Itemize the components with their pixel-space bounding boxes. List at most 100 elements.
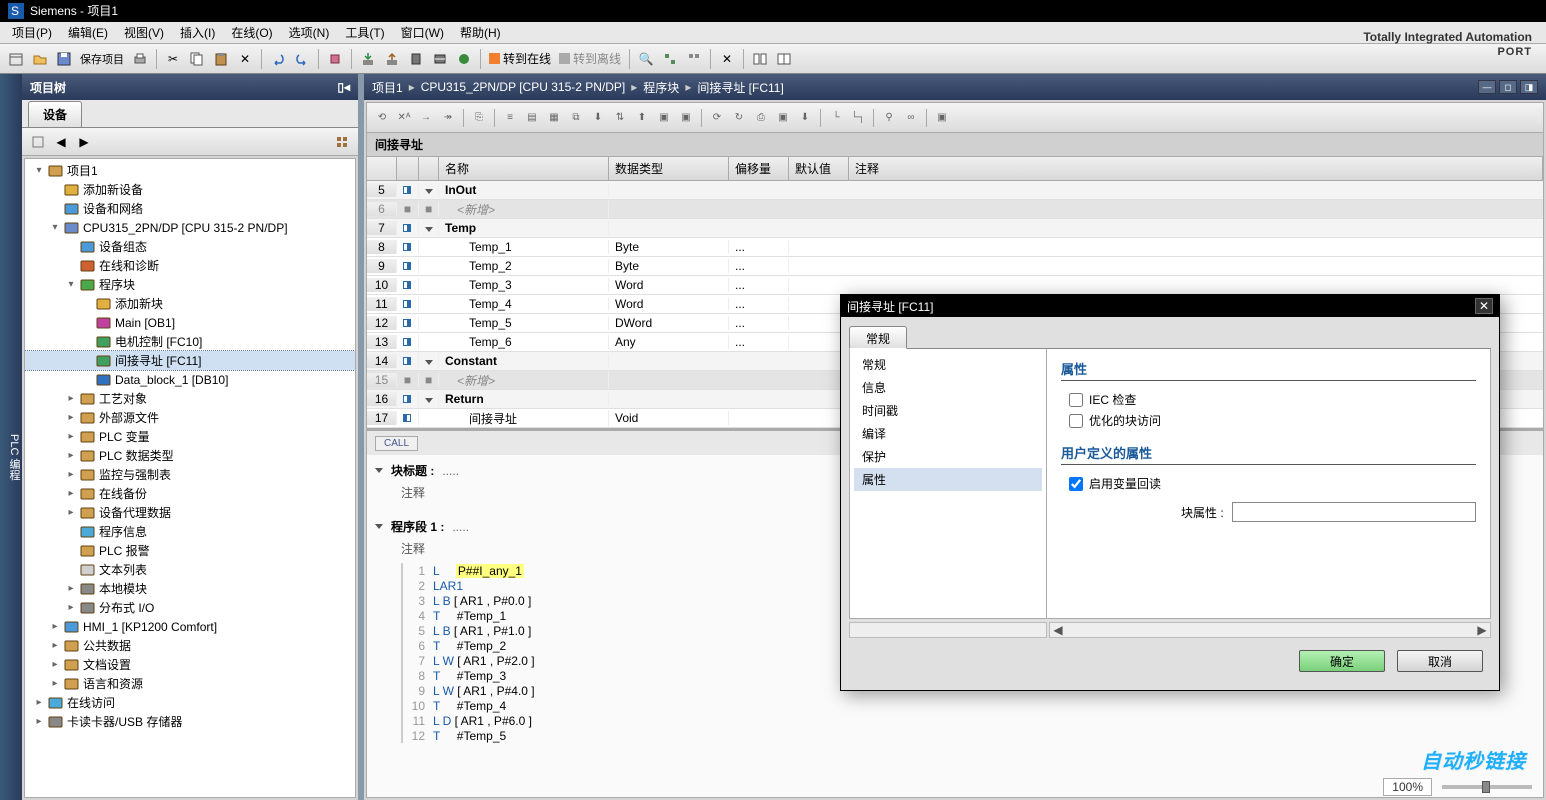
settings-icon[interactable] <box>324 48 346 70</box>
cancel-button[interactable]: 取消 <box>1397 650 1483 672</box>
tree-node[interactable]: 程序信息 <box>25 522 355 541</box>
compile-icon[interactable] <box>429 48 451 70</box>
download-icon[interactable] <box>357 48 379 70</box>
go-online-button[interactable]: 转到在线 <box>485 50 555 67</box>
editor-tool-icon[interactable]: └┐ <box>848 108 868 128</box>
call-chip[interactable]: CALL <box>375 436 418 451</box>
tree-node[interactable]: 文本列表 <box>25 560 355 579</box>
layout-icon[interactable] <box>749 48 771 70</box>
tree-node[interactable]: ▾程序块 <box>25 275 355 294</box>
copy-icon[interactable] <box>186 48 208 70</box>
tree-nav-back-icon[interactable]: ◀ <box>51 132 71 152</box>
menu-item[interactable]: 窗口(W) <box>393 22 452 43</box>
tree-node[interactable]: 间接寻址 [FC11] <box>25 351 355 370</box>
tree-node[interactable]: ▸在线访问 <box>25 693 355 712</box>
tree-node[interactable]: ▸HMI_1 [KP1200 Comfort] <box>25 617 355 636</box>
redo-icon[interactable] <box>291 48 313 70</box>
simulate-icon[interactable] <box>453 48 475 70</box>
code-line[interactable]: 11L D [ AR1 , P#6.0 ] <box>403 713 1535 728</box>
paste-icon[interactable] <box>210 48 232 70</box>
editor-tool-icon[interactable]: ⬇ <box>588 108 608 128</box>
col-offset[interactable]: 偏移量 <box>729 157 789 180</box>
dialog-nav-item[interactable]: 保护 <box>854 445 1042 468</box>
scroll-left-icon[interactable]: ◀ <box>1050 623 1066 637</box>
editor-tool-icon[interactable]: ▤ <box>522 108 542 128</box>
print-icon[interactable] <box>129 48 151 70</box>
menu-item[interactable]: 插入(I) <box>172 22 223 43</box>
editor-tool-icon[interactable]: ⇅ <box>610 108 630 128</box>
tree-overview-icon[interactable] <box>332 132 352 152</box>
tree-node[interactable]: ▸卡读卡器/USB 存储器 <box>25 712 355 731</box>
table-row[interactable]: 8Temp_1Byte... <box>367 238 1543 257</box>
editor-tool-icon[interactable]: ⟳ <box>707 108 727 128</box>
code-line[interactable]: 10T #Temp_4 <box>403 698 1535 713</box>
project-tree[interactable]: ▾项目1添加新设备设备和网络▾CPU315_2PN/DP [CPU 315-2 … <box>24 158 356 798</box>
dialog-nav[interactable]: 常规信息时间戳编译保护属性 <box>849 349 1047 619</box>
tree-node[interactable]: ▾项目1 <box>25 161 355 180</box>
restore-icon[interactable]: ◨ <box>1520 80 1538 94</box>
delete-icon[interactable]: ✕ <box>234 48 256 70</box>
breadcrumb-item[interactable]: 项目1 <box>372 79 403 96</box>
tree-node[interactable]: 设备和网络 <box>25 199 355 218</box>
tree-nav-fwd-icon[interactable]: ▶ <box>74 132 94 152</box>
zoom-level[interactable]: 100% <box>1383 778 1432 796</box>
device-icon[interactable] <box>405 48 427 70</box>
table-row[interactable]: 5InOut <box>367 181 1543 200</box>
side-tab-plc[interactable]: PLC 编程 <box>0 74 22 800</box>
tree-node[interactable]: 电机控制 [FC10] <box>25 332 355 351</box>
tree-node[interactable]: Main [OB1] <box>25 313 355 332</box>
tree-node[interactable]: 添加新设备 <box>25 180 355 199</box>
table-row[interactable]: 10Temp_3Word... <box>367 276 1543 295</box>
tree-node[interactable]: ▸在线备份 <box>25 484 355 503</box>
scroll-right-icon[interactable]: ▶ <box>1474 623 1490 637</box>
tree-node[interactable]: 设备组态 <box>25 237 355 256</box>
tree-node[interactable]: ▸PLC 变量 <box>25 427 355 446</box>
checkbox-iec[interactable]: IEC 检查 <box>1069 391 1476 408</box>
block-attr-input[interactable] <box>1232 502 1476 522</box>
col-name[interactable]: 名称 <box>439 157 609 180</box>
tree-filter-icon[interactable] <box>28 132 48 152</box>
tree-node[interactable]: ▸监控与强制表 <box>25 465 355 484</box>
panel-pin-icon[interactable]: ▯◂ <box>337 80 350 94</box>
save-project-label[interactable]: 保存项目 <box>76 51 128 67</box>
dialog-nav-item[interactable]: 常规 <box>854 353 1042 376</box>
tree-node[interactable]: ▸分布式 I/O <box>25 598 355 617</box>
editor-tool-icon[interactable]: ⎘ <box>469 108 489 128</box>
editor-tool-icon[interactable]: ⎙ <box>751 108 771 128</box>
tree-node[interactable]: ▸文档设置 <box>25 655 355 674</box>
menu-item[interactable]: 视图(V) <box>116 22 172 43</box>
editor-tool-icon[interactable]: ⬆ <box>632 108 652 128</box>
dialog-tab-general[interactable]: 常规 <box>849 326 907 349</box>
tree-node[interactable]: 在线和诊断 <box>25 256 355 275</box>
dialog-nav-item[interactable]: 属性 <box>854 468 1042 491</box>
dialog-nav-item[interactable]: 信息 <box>854 376 1042 399</box>
close-icon[interactable]: ✕ <box>1475 298 1493 314</box>
dialog-nav-item[interactable]: 编译 <box>854 422 1042 445</box>
menu-item[interactable]: 选项(N) <box>281 22 338 43</box>
breadcrumb-item[interactable]: 程序块 <box>643 79 679 96</box>
dialog-nav-item[interactable]: 时间戳 <box>854 399 1042 422</box>
tree-node[interactable]: ▸外部源文件 <box>25 408 355 427</box>
code-line[interactable]: 12T #Temp_5 <box>403 728 1535 743</box>
minimize-icon[interactable]: — <box>1478 80 1496 94</box>
editor-tool-icon[interactable]: ⟲ <box>372 108 392 128</box>
library-icon[interactable] <box>683 48 705 70</box>
editor-tool-icon[interactable]: ▣ <box>654 108 674 128</box>
tree-node[interactable]: PLC 报警 <box>25 541 355 560</box>
editor-tool-icon[interactable]: ⧉ <box>566 108 586 128</box>
menu-item[interactable]: 在线(O) <box>223 22 280 43</box>
close-editor-icon[interactable]: ✕ <box>716 48 738 70</box>
editor-tool-icon[interactable]: ↠ <box>438 108 458 128</box>
table-row[interactable]: 6■■<新增> <box>367 200 1543 219</box>
layout2-icon[interactable] <box>773 48 795 70</box>
menu-item[interactable]: 项目(P) <box>4 22 60 43</box>
table-row[interactable]: 9Temp_2Byte... <box>367 257 1543 276</box>
editor-tool-icon[interactable]: ≡ <box>500 108 520 128</box>
editor-tool-icon[interactable]: ⚲ <box>879 108 899 128</box>
editor-tool-icon[interactable]: → <box>416 108 436 128</box>
new-project-icon[interactable] <box>5 48 27 70</box>
search-icon[interactable]: 🔍 <box>635 48 657 70</box>
dialog-titlebar[interactable]: 间接寻址 [FC11] ✕ <box>841 295 1499 317</box>
undo-icon[interactable] <box>267 48 289 70</box>
editor-tool-icon[interactable]: ▣ <box>773 108 793 128</box>
